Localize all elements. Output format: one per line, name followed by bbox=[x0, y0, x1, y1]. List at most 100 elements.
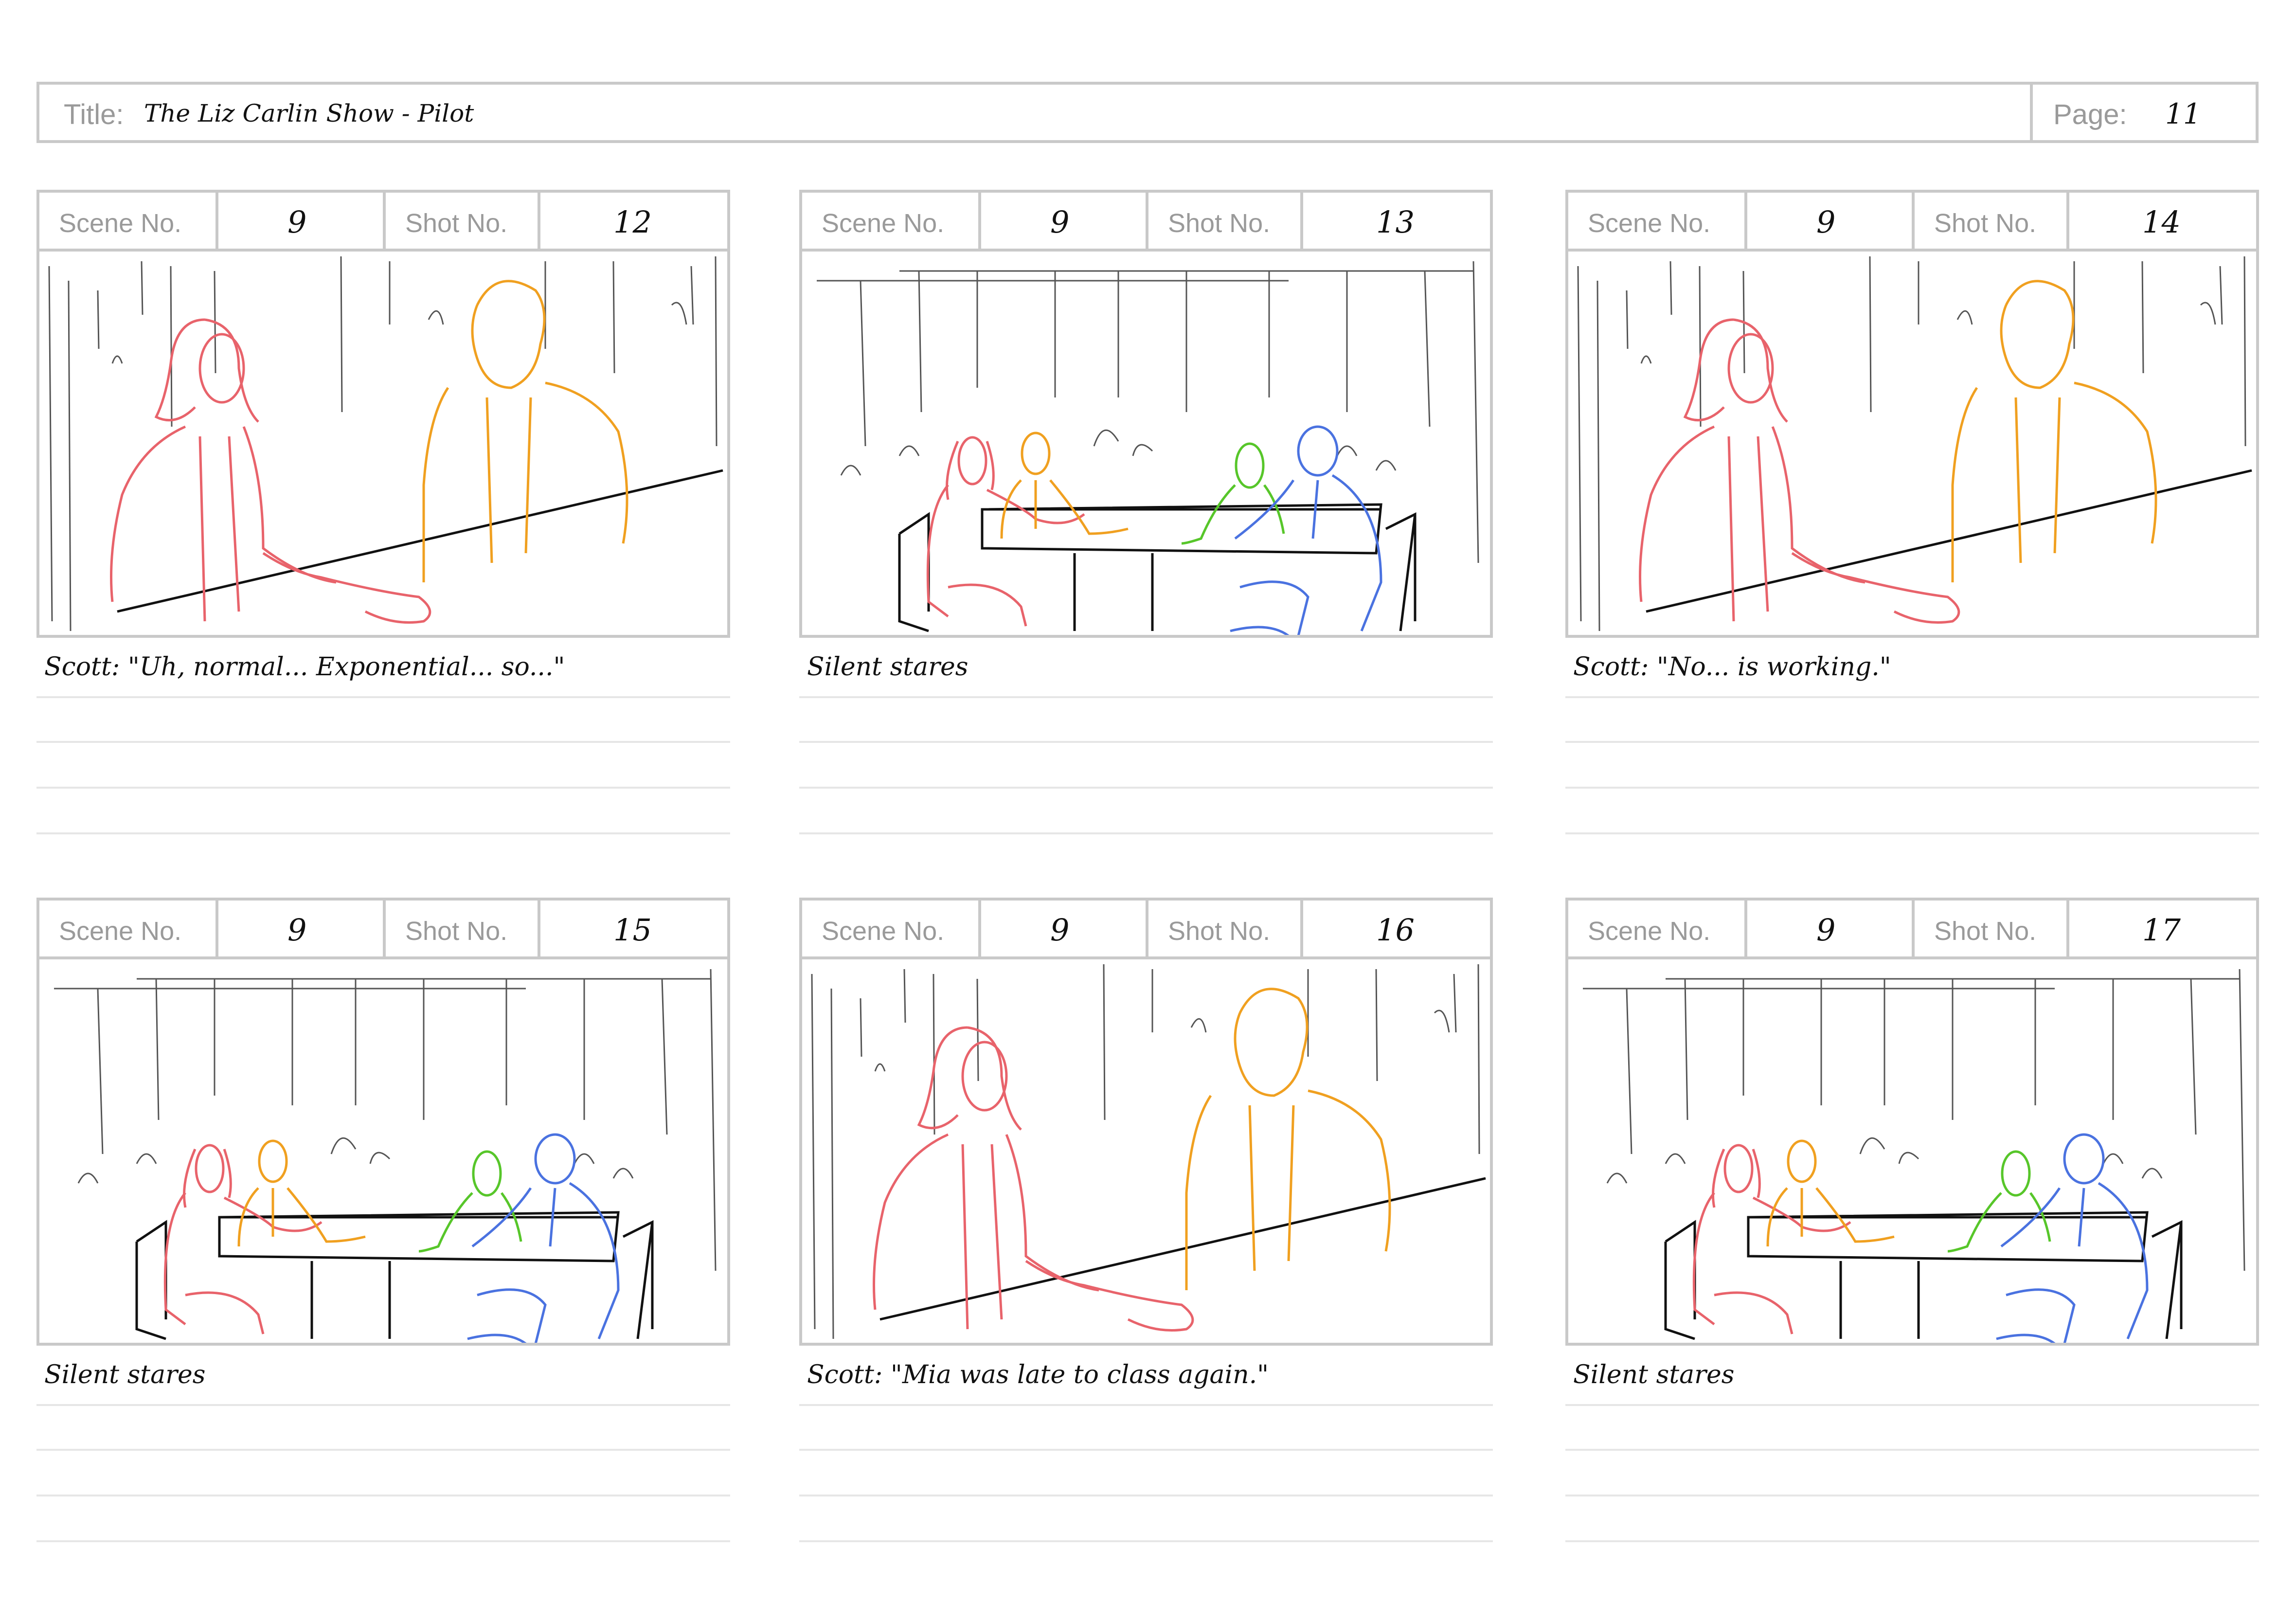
panel-caption: Scott: "Mia was late to class again." bbox=[807, 1360, 1269, 1389]
page-number: 11 bbox=[2165, 97, 2201, 130]
red-character bbox=[1692, 1144, 1851, 1334]
note-line bbox=[799, 741, 1493, 743]
shot-label: Shot No. bbox=[405, 917, 508, 946]
notes-area: Silent stares bbox=[36, 1346, 730, 1545]
note-line bbox=[1565, 741, 2259, 743]
booth-seat bbox=[1664, 1220, 2183, 1340]
booth-seat bbox=[898, 512, 1417, 632]
panel-caption: Scott: "No... is working." bbox=[1573, 652, 1891, 682]
wide-sketch bbox=[817, 261, 1479, 635]
cell-divider bbox=[1912, 193, 1915, 249]
cell-divider bbox=[215, 193, 218, 249]
panel-caption: Silent stares bbox=[1573, 1360, 1735, 1389]
scene-number: 9 bbox=[287, 204, 307, 240]
shot-number: 13 bbox=[1376, 204, 1415, 240]
cell-divider bbox=[1146, 193, 1148, 249]
shot-label: Shot No. bbox=[405, 209, 508, 238]
cell-divider bbox=[2066, 901, 2069, 956]
note-line bbox=[36, 1449, 730, 1451]
note-line bbox=[1565, 696, 2259, 698]
scene-number: 9 bbox=[1050, 204, 1070, 240]
note-line bbox=[36, 741, 730, 743]
cell-divider bbox=[1300, 901, 1303, 956]
shot-number: 16 bbox=[1376, 912, 1415, 948]
note-line bbox=[799, 1404, 1493, 1406]
title-label: Title: bbox=[64, 99, 124, 130]
scene-number: 9 bbox=[1050, 912, 1070, 948]
notes-area: Scott: "No... is working." bbox=[1565, 638, 2259, 837]
scene-label: Scene No. bbox=[59, 917, 182, 946]
scene-label: Scene No. bbox=[59, 209, 182, 238]
blue-character bbox=[1230, 425, 1382, 635]
note-line bbox=[1565, 1495, 2259, 1496]
shot-info-bar: Scene No. 9 Shot No. 15 bbox=[36, 898, 730, 959]
scene-number: 9 bbox=[1816, 912, 1836, 948]
shot-number: 12 bbox=[613, 204, 652, 240]
shot-info-bar: Scene No. 9 Shot No. 14 bbox=[1565, 190, 2259, 252]
note-line bbox=[799, 696, 1493, 698]
scene-label: Scene No. bbox=[822, 917, 945, 946]
sketch-frame bbox=[1565, 249, 2259, 638]
wide-sketch bbox=[1583, 969, 2245, 1343]
note-line bbox=[1565, 1404, 2259, 1406]
scene-label: Scene No. bbox=[1588, 209, 1711, 238]
scene-number: 9 bbox=[287, 912, 307, 948]
panel-caption: Silent stares bbox=[807, 652, 969, 682]
shot-label: Shot No. bbox=[1168, 917, 1271, 946]
page-divider bbox=[2030, 85, 2033, 140]
closeup-sketch bbox=[811, 964, 1486, 1339]
sketch-frame bbox=[1565, 956, 2259, 1346]
background-columns bbox=[811, 964, 1480, 1339]
scene-number: 9 bbox=[1816, 204, 1836, 240]
shot-label: Shot No. bbox=[1934, 917, 2037, 946]
table bbox=[218, 1211, 620, 1339]
note-line bbox=[799, 832, 1493, 834]
orange-character bbox=[422, 280, 628, 582]
note-line bbox=[799, 787, 1493, 789]
orange-character bbox=[1185, 988, 1391, 1290]
notes-area: Scott: "Uh, normal... Exponential... so.… bbox=[36, 638, 730, 837]
scene-label: Scene No. bbox=[822, 209, 945, 238]
closeup-sketch bbox=[1577, 256, 2252, 631]
cell-divider bbox=[1912, 901, 1915, 956]
blue-character bbox=[1996, 1133, 2149, 1343]
background-columns bbox=[1577, 256, 2246, 631]
shot-number: 17 bbox=[2142, 912, 2181, 948]
note-line bbox=[1565, 832, 2259, 834]
cell-divider bbox=[978, 901, 981, 956]
note-line bbox=[36, 787, 730, 789]
note-line bbox=[36, 1404, 730, 1406]
notes-area: Silent stares bbox=[1565, 1346, 2259, 1545]
wide-sketch bbox=[54, 969, 717, 1343]
green-character bbox=[1181, 442, 1285, 545]
shot-info-bar: Scene No. 9 Shot No. 17 bbox=[1565, 898, 2259, 959]
background-columns bbox=[48, 256, 718, 631]
cell-divider bbox=[1744, 193, 1747, 249]
shot-info-bar: Scene No. 9 Shot No. 12 bbox=[36, 190, 730, 252]
closeup-sketch bbox=[48, 256, 723, 631]
show-title: The Liz Carlin Show - Pilot bbox=[144, 99, 474, 127]
sketch-frame bbox=[799, 956, 1493, 1346]
table-edge bbox=[1646, 469, 2252, 613]
note-line bbox=[36, 696, 730, 698]
shot-number: 15 bbox=[613, 912, 652, 948]
green-character bbox=[1947, 1150, 2051, 1253]
scene-label: Scene No. bbox=[1588, 917, 1711, 946]
green-character bbox=[418, 1150, 522, 1253]
red-character bbox=[926, 436, 1085, 627]
shot-label: Shot No. bbox=[1168, 209, 1271, 238]
shot-info-bar: Scene No. 9 Shot No. 13 bbox=[799, 190, 1493, 252]
cell-divider bbox=[1744, 901, 1747, 956]
note-line bbox=[799, 1540, 1493, 1542]
sketch-frame bbox=[799, 249, 1493, 638]
note-line bbox=[1565, 1540, 2259, 1542]
note-line bbox=[799, 1449, 1493, 1451]
booth-seat bbox=[135, 1220, 654, 1340]
orange-character bbox=[1951, 280, 2157, 582]
shot-number: 14 bbox=[2142, 204, 2181, 240]
panel-caption: Silent stares bbox=[44, 1360, 206, 1389]
cell-divider bbox=[978, 193, 981, 249]
sketch-frame bbox=[36, 956, 730, 1346]
blue-character bbox=[467, 1133, 620, 1343]
table-edge bbox=[117, 469, 723, 613]
